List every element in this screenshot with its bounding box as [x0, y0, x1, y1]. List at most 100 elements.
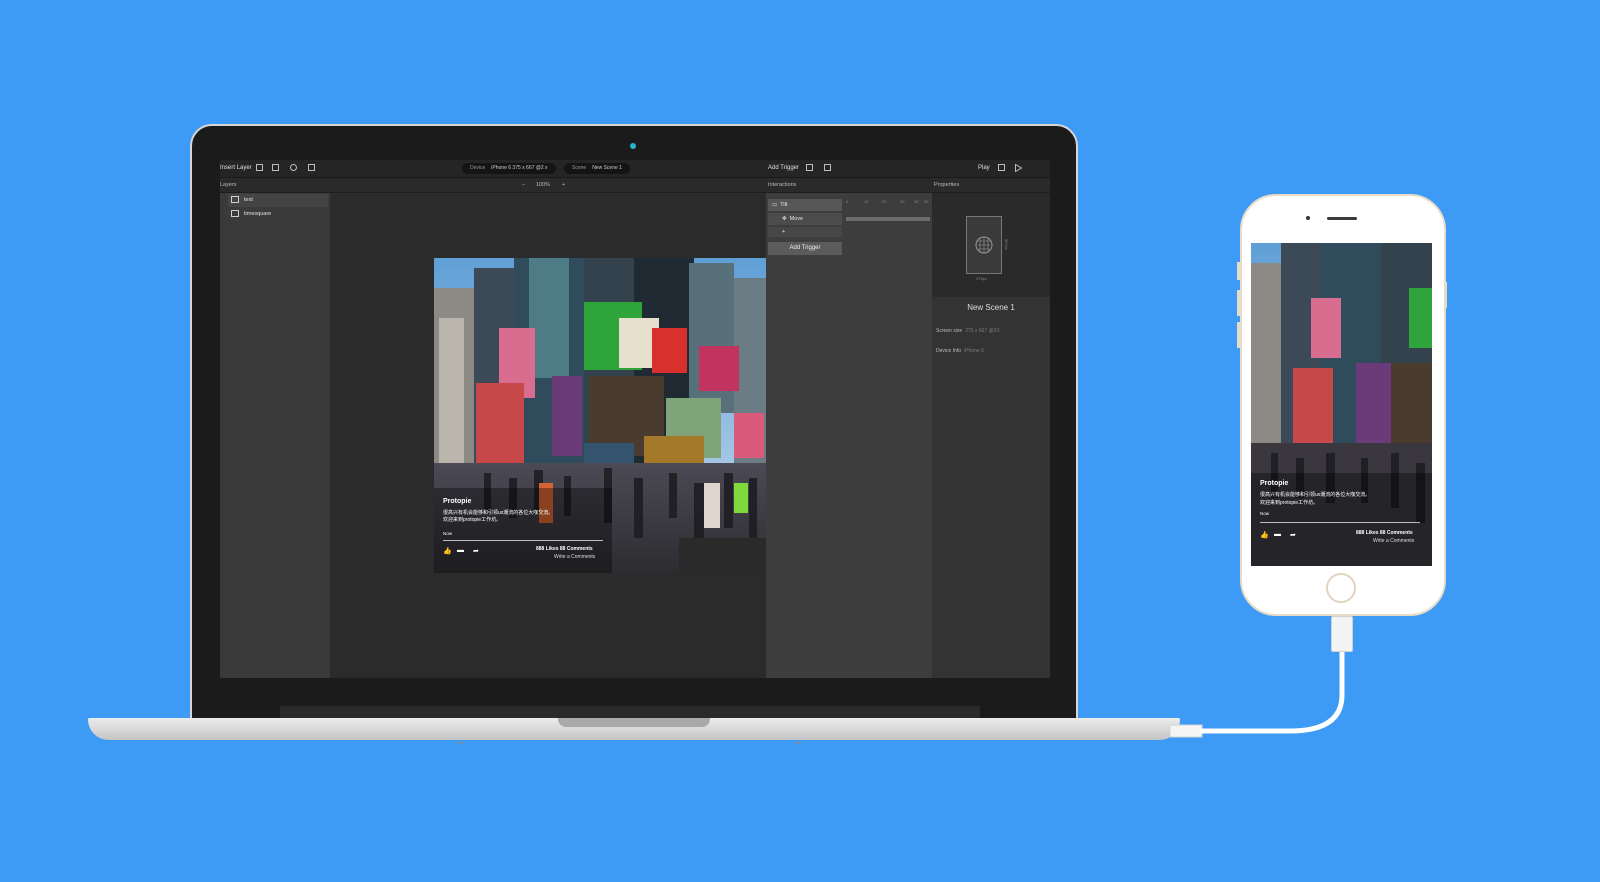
post-line-1: 很高兴有机会能够和引领ux潮流的各位大咖交流。 — [443, 510, 554, 516]
add-trigger-button[interactable]: Add Trigger — [768, 242, 842, 255]
laptop-notch — [558, 718, 710, 727]
add-response-row[interactable]: + — [768, 227, 842, 237]
timeline[interactable]: 0 10 20 30 40 50 — [844, 199, 932, 239]
phone-likes-count: 888 Likes 88 Comments — [1356, 530, 1413, 536]
add-response-icon[interactable] — [806, 164, 813, 171]
lightning-connector — [1331, 616, 1353, 652]
scene-selector[interactable]: Scene New Scene 1 — [564, 163, 630, 174]
device-label: Device — [470, 165, 486, 171]
timeline-tick: 20 — [882, 199, 887, 204]
laptop-foot — [796, 742, 801, 744]
device-info-row: Device Info iPhone 6 — [936, 348, 984, 354]
scene-grid-icon — [975, 236, 993, 254]
post-divider — [443, 540, 603, 541]
zoom-out-button[interactable]: − — [522, 182, 525, 188]
timeline-tick: 30 — [900, 199, 905, 204]
laptop-foot — [458, 742, 463, 744]
response-name: Move — [789, 216, 804, 222]
layer-item-text[interactable]: text — [228, 194, 328, 207]
timeline-tick: 40 — [914, 199, 919, 204]
interactions-panel-title: Interactions — [768, 182, 797, 188]
container-layer-icon[interactable] — [308, 164, 315, 171]
height-dimension: 667px — [1004, 239, 1009, 250]
phone-post-divider — [1260, 522, 1420, 523]
timeline-tick: 10 — [864, 199, 869, 204]
layer-label: text — [244, 197, 253, 203]
phone-post-title: Protopie — [1260, 480, 1289, 487]
phone-like-icon[interactable]: 👍 — [1260, 531, 1269, 539]
laptop-screen: Insert Layer Device iPhone 6 375 x 667 @2… — [220, 160, 1050, 678]
phone-volume-down — [1237, 322, 1240, 348]
share-icon[interactable]: ➦ — [473, 547, 479, 555]
artboard-timesquare[interactable]: Protopie 很高兴有机会能够和引领ux潮流的各位大咖交流。 欢迎来到pro… — [434, 258, 766, 573]
webcam-icon — [630, 143, 636, 149]
scene-label: Scene — [572, 165, 587, 171]
zoom-level[interactable]: 100% — [536, 182, 550, 188]
comment-icon[interactable]: ▬ — [457, 547, 464, 554]
scene-value: New Scene 1 — [592, 165, 622, 171]
device-thumbnail — [966, 216, 1002, 274]
phone-timesquare-photo — [1251, 243, 1432, 566]
rectangle-layer-icon[interactable] — [272, 164, 279, 171]
image-icon — [231, 210, 239, 218]
interactions-panel: ▭ Tilt ✥ Move + Add Trigger 0 10 20 30 40 … — [766, 193, 932, 678]
add-response-plus: + — [782, 229, 786, 235]
screen-size-label: Screen size — [936, 328, 963, 334]
phone-power-button — [1444, 282, 1447, 308]
phone-share-icon[interactable]: ➦ — [1290, 531, 1296, 539]
post-title: Protopie — [443, 498, 472, 505]
insert-layer-label: Insert Layer — [220, 165, 252, 171]
phone-write-comment-link[interactable]: Write a Comments — [1373, 538, 1414, 544]
screen-size-row: Screen size 375 x 667 @2X — [936, 328, 1000, 334]
layers-panel-title: Layers — [220, 182, 237, 188]
image-layer-icon[interactable] — [256, 164, 263, 171]
home-button[interactable] — [1326, 573, 1356, 603]
timeline-tick: 50 — [924, 199, 929, 204]
phone-screen[interactable]: Protopie 很高兴有机会能够和引领ux潮流的各位大咖交流。 欢迎来到pro… — [1251, 243, 1432, 566]
properties-panel-title: Properties — [934, 182, 960, 188]
trigger-row[interactable]: ▭ Tilt — [768, 199, 842, 211]
scene-name: New Scene 1 — [967, 303, 1015, 312]
play-icon[interactable] — [1015, 164, 1022, 172]
device-selector[interactable]: Device iPhone 6 375 x 667 @2 x — [462, 163, 556, 174]
device-preview-icon[interactable] — [998, 164, 1005, 171]
phone-post-time: Now — [1260, 511, 1270, 516]
width-dimension: 375px — [976, 276, 987, 281]
phone-post-line-1: 很高兴有机会能够和引领ux潮流的各位大咖交流。 — [1260, 492, 1371, 498]
post-line-2: 欢迎来到protopie工作坊。 — [443, 517, 502, 523]
usb-cable — [1170, 647, 1345, 738]
phone-speaker — [1327, 217, 1357, 220]
play-button[interactable]: Play — [978, 165, 990, 171]
likes-count: 888 Likes 88 Comments — [536, 546, 593, 552]
device-value: iPhone 6 375 x 667 @2 x — [491, 165, 548, 171]
post-time: Now — [443, 531, 453, 536]
ellipse-layer-icon[interactable] — [290, 164, 297, 171]
timeline-bar[interactable] — [846, 217, 930, 221]
device-info-label: Device Info — [936, 348, 962, 354]
like-icon[interactable]: 👍 — [443, 547, 452, 555]
panel-headers: Layers − 100% + Interactions Properties — [220, 178, 1050, 193]
phone-comment-icon[interactable]: ▬ — [1274, 531, 1281, 538]
device-info-value: iPhone 6 — [964, 348, 984, 354]
layer-item-timesquare[interactable]: timesquare — [228, 208, 328, 221]
trigger-name: Tilt — [780, 202, 788, 208]
timesquare-photo — [434, 258, 766, 573]
image-icon — [231, 196, 239, 204]
app-toolbar: Insert Layer Device iPhone 6 375 x 667 @2… — [220, 160, 1050, 178]
move-icon: ✥ — [782, 216, 787, 222]
timeline-tick: 0 — [846, 199, 849, 204]
phone-mute-switch — [1237, 262, 1240, 280]
layers-panel: text timesquare — [220, 193, 330, 678]
response-row[interactable]: ✥ Move — [768, 213, 842, 225]
properties-panel: 375px 667px New Scene 1 Screen size 375 x… — [932, 193, 1050, 678]
scene-preview: 375px 667px — [932, 193, 1050, 297]
zoom-in-button[interactable]: + — [562, 182, 565, 188]
front-camera-icon — [1306, 216, 1310, 220]
delete-icon[interactable] — [824, 164, 831, 171]
add-trigger-toolbar-button[interactable]: Add Trigger — [768, 165, 799, 171]
laptop-hinge — [280, 706, 980, 718]
tilt-icon: ▭ — [772, 202, 778, 208]
phone-volume-up — [1237, 290, 1240, 316]
screen-size-value: 375 x 667 @2X — [965, 328, 1000, 334]
write-comment-link[interactable]: Write a Comments — [554, 554, 595, 560]
